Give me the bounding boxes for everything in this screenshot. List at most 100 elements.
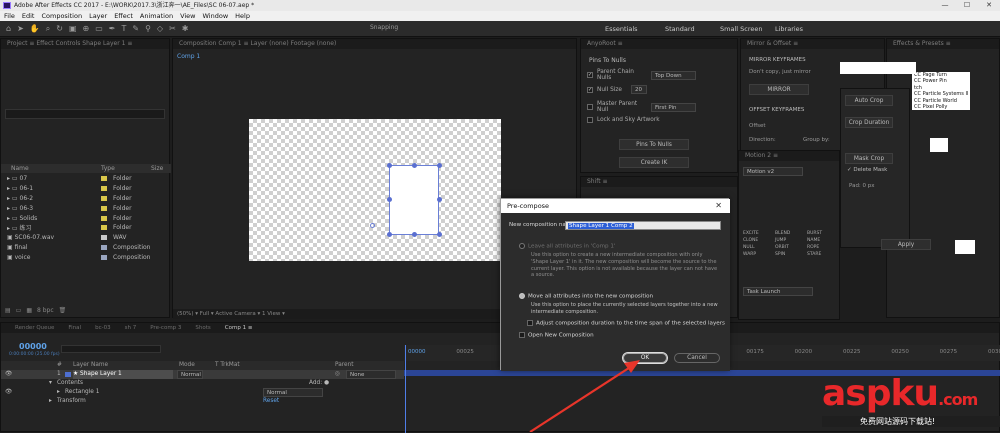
expand-triangle-icon[interactable]: ▸ (49, 397, 52, 406)
task-launch-dropdown[interactable]: Task Launch (743, 287, 813, 296)
eraser-tool-icon[interactable]: ◇ (157, 24, 163, 34)
open-new-comp-checkbox[interactable] (519, 332, 525, 338)
transform-handle[interactable] (412, 163, 417, 168)
expand-triangle-icon[interactable]: ▾ (49, 379, 52, 388)
selection-tool-icon[interactable]: ➤ (17, 24, 24, 34)
item-label-color[interactable] (101, 235, 107, 241)
motion-button-orbit[interactable]: ORBIT (775, 245, 803, 250)
project-tabs[interactable]: Project ≡ Effect Controls Shape Layer 1 … (1, 39, 169, 49)
null-size-input[interactable]: 20 (631, 85, 647, 94)
zoom-tool-icon[interactable]: ⌕ (46, 24, 50, 34)
stamp-tool-icon[interactable]: ⚲ (145, 24, 151, 34)
transform-handle[interactable] (437, 163, 442, 168)
item-label-color[interactable] (101, 215, 107, 221)
transform-handle[interactable] (387, 163, 392, 168)
camera-tool-icon[interactable]: ▣ (69, 24, 77, 34)
snapping-toggle[interactable]: Snapping (370, 24, 398, 31)
motion-button-warp[interactable]: WARP (743, 252, 771, 257)
master-parent-checkbox[interactable] (587, 104, 593, 110)
shape-layer-rectangle[interactable] (389, 165, 439, 235)
column-size[interactable]: Size (151, 165, 163, 172)
transform-handle[interactable] (387, 197, 392, 202)
type-tool-icon[interactable]: T (121, 24, 126, 34)
delete-mask-checkbox[interactable]: ✓ Delete Mask (847, 167, 887, 173)
workspace-small-screen[interactable]: Small Screen (720, 25, 775, 33)
rectangle-tool-icon[interactable]: ▭ (95, 24, 103, 34)
timeline-tab[interactable]: Pre-comp 3 (150, 323, 181, 333)
effects-panel-tab[interactable]: Effects & Presets ≡ (887, 39, 999, 49)
new-folder-icon[interactable]: ▭ (16, 307, 22, 314)
reset-link[interactable]: Reset (263, 397, 279, 406)
pan-behind-tool-icon[interactable]: ⊕ (83, 24, 90, 34)
rotate-tool-icon[interactable]: ↻ (56, 24, 63, 34)
pins-to-nulls-button[interactable]: Pins To Nulls (619, 139, 689, 150)
motion-version-dropdown[interactable]: Motion v2 (743, 167, 803, 176)
motion-button-clone[interactable]: CLONE (743, 238, 771, 243)
pad-input[interactable]: Pad: 0 px (849, 183, 875, 189)
visibility-eye-icon[interactable]: 👁 (5, 370, 12, 379)
menu-animation[interactable]: Animation (140, 11, 173, 21)
project-item[interactable]: ▸ ▭ 06-2 Folder (1, 194, 171, 204)
project-item[interactable]: ▣ voice Composition (1, 252, 171, 262)
new-comp-name-input[interactable]: Shape Layer 1 Comp 2 (565, 221, 721, 230)
nulls-panel-tab[interactable]: AnyoRoot ≡ (581, 39, 737, 49)
brush-tool-icon[interactable]: ✎ (132, 24, 139, 34)
item-label-color[interactable] (101, 195, 107, 201)
motion-button-burst[interactable]: BURST (807, 231, 835, 236)
timeline-tab[interactable]: bc-03 (95, 323, 111, 333)
project-item[interactable]: ▸ ▭ 06-1 Folder (1, 184, 171, 194)
effect-item[interactable]: CC Particle Systems II (912, 91, 970, 97)
col-layer-name[interactable]: Layer Name (73, 361, 108, 370)
item-label-color[interactable] (101, 205, 107, 211)
crop-duration-button[interactable]: Crop Duration (845, 117, 893, 128)
motion-button-rope[interactable]: ROPE (807, 245, 835, 250)
motion-button-stare[interactable]: STARE (807, 252, 835, 257)
comp-canvas[interactable] (249, 119, 501, 261)
pen-tool-icon[interactable]: ✒ (109, 24, 116, 34)
parent-pickwhip-icon[interactable]: ◎ (335, 370, 340, 379)
adjust-duration-option[interactable]: Adjust composition duration to the time … (527, 320, 725, 327)
menu-help[interactable]: Help (235, 11, 250, 21)
timeline-tab[interactable]: Shots (195, 323, 210, 333)
menu-composition[interactable]: Composition (41, 11, 82, 21)
comp-tabs[interactable]: Composition Comp 1 ≡ Layer (none) Footag… (173, 39, 576, 49)
project-item[interactable]: ▣ final Composition (1, 243, 171, 253)
timeline-tab[interactable]: Render Queue (15, 323, 54, 333)
close-button[interactable]: ✕ (978, 0, 1000, 11)
motion-button-blend[interactable]: BLEND (775, 231, 803, 236)
project-item[interactable]: ▣ SC06-07.wav WAV (1, 233, 171, 243)
column-type[interactable]: Type (101, 164, 151, 173)
playhead[interactable] (405, 345, 406, 433)
motion-button-spin[interactable]: SPIN (775, 252, 803, 257)
menu-effect[interactable]: Effect (114, 11, 133, 21)
item-label-color[interactable] (101, 225, 107, 231)
motion-button-excite[interactable]: EXCITE (743, 231, 771, 236)
bpc-label[interactable]: 8 bpc (37, 307, 54, 314)
project-item[interactable]: ▸ ▭ 07 Folder (1, 174, 171, 184)
contents-row[interactable]: ▾ Contents Add: ● (1, 379, 404, 388)
workspace-essentials[interactable]: Essentials (605, 25, 665, 33)
project-item[interactable]: ▸ ▭ 06-3 Folder (1, 203, 171, 213)
effect-item[interactable]: CC Pixel Polly (912, 104, 970, 110)
master-parent-dropdown[interactable]: First Pin (651, 102, 696, 112)
cancel-button[interactable]: Cancel (674, 353, 720, 363)
anchor-point-icon[interactable] (370, 223, 375, 228)
transform-handle[interactable] (412, 232, 417, 237)
parent-chain-checkbox[interactable]: ✓ (587, 72, 593, 78)
puppet-tool-icon[interactable]: ✱ (182, 24, 189, 34)
auto-crop-button[interactable]: Auto Crop (845, 95, 893, 106)
menu-view[interactable]: View (180, 11, 195, 21)
item-label-color[interactable] (101, 176, 107, 182)
column-name[interactable]: Name (1, 164, 101, 173)
project-item[interactable]: ▸ ▭ Solids Folder (1, 213, 171, 223)
current-time-display[interactable]: 00000 (19, 342, 47, 351)
item-label-color[interactable] (101, 244, 107, 250)
home-icon[interactable]: ⌂ (6, 24, 11, 34)
trash-icon[interactable]: 🗑 (59, 307, 67, 314)
hand-tool-icon[interactable]: ✋ (30, 24, 40, 34)
adjust-duration-checkbox[interactable] (527, 320, 533, 326)
timeline-tab[interactable]: Comp 1 ≡ (225, 323, 253, 333)
comp-subtab[interactable]: Comp 1 (177, 53, 200, 60)
layer-mode-dropdown[interactable]: Normal (177, 370, 203, 379)
motion-button-name[interactable]: NAME (807, 238, 835, 243)
